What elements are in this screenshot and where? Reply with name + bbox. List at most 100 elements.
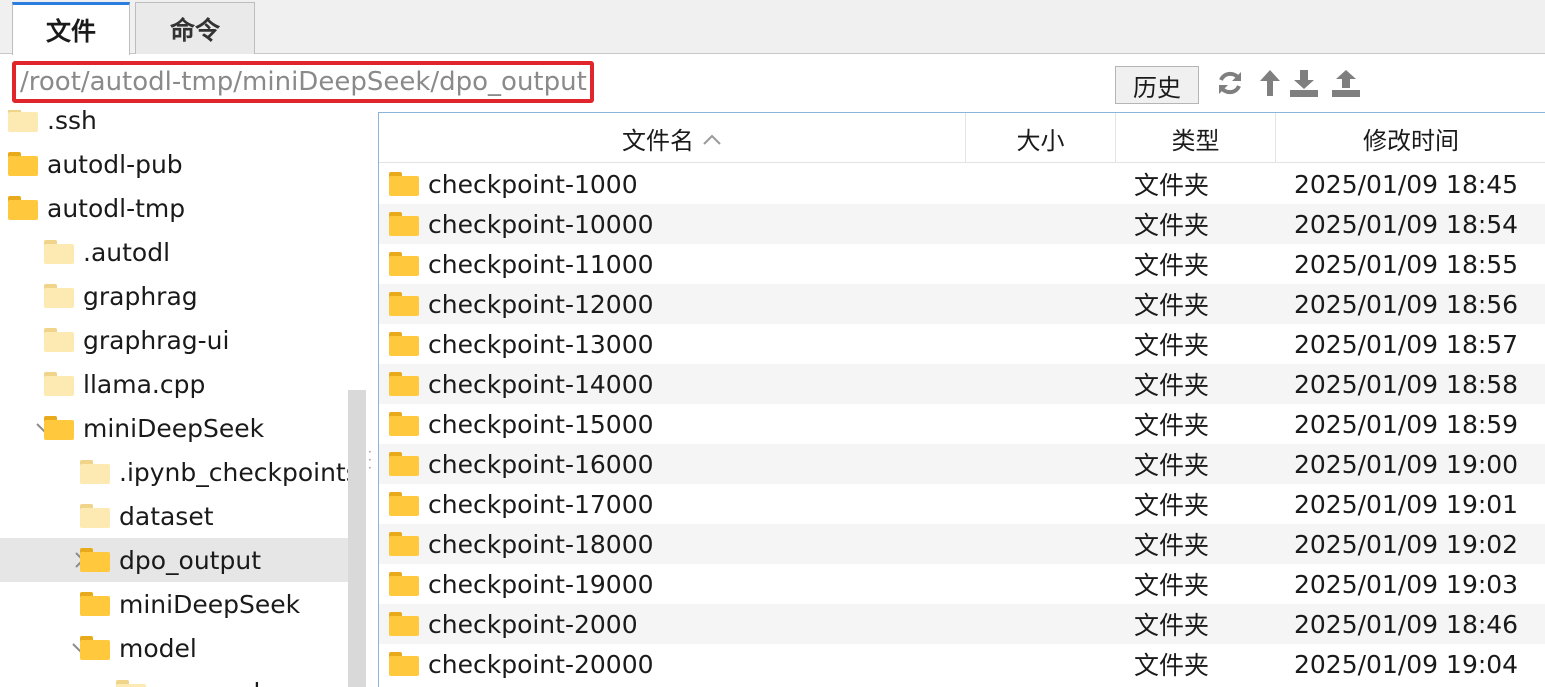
file-size: [979, 444, 1109, 484]
table-row[interactable]: checkpoint-18000 文件夹 2025/01/09 19:02: [379, 524, 1545, 564]
tree-item-label: miniDeepSeek: [83, 413, 265, 443]
file-type: 文件夹: [1134, 371, 1210, 400]
download-icon[interactable]: [1288, 67, 1320, 99]
tree-item-label: .autodl: [83, 237, 171, 267]
tree-item[interactable]: llama.cpp: [0, 362, 348, 406]
folder-icon: [8, 196, 38, 220]
table-row[interactable]: checkpoint-20000 文件夹 2025/01/09 19:04: [379, 644, 1545, 684]
folder-tree: .ssh autodl-pub autodl-tmp .autodl graphrag g…: [0, 110, 348, 687]
tree-item-label: .ssh: [47, 110, 97, 135]
file-type: 文件夹: [1134, 411, 1210, 440]
tab-files[interactable]: 文件: [12, 2, 130, 55]
table-header: 文件名 大小 类型 修改时间: [379, 113, 1545, 163]
tree-item[interactable]: autodl-pub: [0, 142, 348, 186]
folder-icon: [44, 240, 74, 264]
tree-item[interactable]: graphrag: [0, 274, 348, 318]
table-row[interactable]: checkpoint-19000 文件夹 2025/01/09 19:03: [379, 564, 1545, 604]
table-row[interactable]: checkpoint-17000 文件夹 2025/01/09 19:01: [379, 484, 1545, 524]
file-type: 文件夹: [1134, 531, 1210, 560]
refresh-icon[interactable]: [1214, 67, 1246, 99]
file-type: 文件夹: [1134, 611, 1210, 640]
file-size: [979, 204, 1109, 244]
table-row[interactable]: checkpoint-16000 文件夹 2025/01/09 19:00: [379, 444, 1545, 484]
tree-item[interactable]: .autodl: [0, 230, 348, 274]
file-modified: 2025/01/09 19:00: [1294, 449, 1519, 479]
file-type: 文件夹: [1134, 171, 1210, 200]
tree-item-label: __pycache__: [155, 678, 310, 687]
file-name: checkpoint-18000: [428, 529, 654, 559]
file-modified: 2025/01/09 18:57: [1294, 329, 1519, 359]
history-button[interactable]: 历史: [1115, 66, 1199, 104]
table-row[interactable]: checkpoint-1000 文件夹 2025/01/09 18:45: [379, 164, 1545, 204]
file-name: checkpoint-15000: [428, 409, 654, 439]
tree-item-label: dpo_output: [119, 545, 261, 575]
table-row[interactable]: checkpoint-10000 文件夹 2025/01/09 18:54: [379, 204, 1545, 244]
file-name: checkpoint-16000: [428, 449, 654, 479]
file-name: checkpoint-12000: [428, 289, 654, 319]
table-row[interactable]: checkpoint-11000 文件夹 2025/01/09 18:55: [379, 244, 1545, 284]
tree-item-label: graphrag: [83, 281, 198, 311]
tab-commands[interactable]: 命令: [135, 2, 255, 54]
folder-icon: [44, 284, 74, 308]
up-arrow-icon[interactable]: [1254, 67, 1286, 99]
table-row[interactable]: checkpoint-2000 文件夹 2025/01/09 18:46: [379, 604, 1545, 644]
tree-item[interactable]: graphrag-ui: [0, 318, 348, 362]
tree-item-label: llama.cpp: [83, 369, 206, 399]
folder-icon: [44, 416, 74, 440]
splitter-grip-icon[interactable]: · · ·: [368, 446, 374, 478]
folder-icon: [389, 332, 419, 356]
column-size[interactable]: 大小: [966, 113, 1116, 163]
folder-icon: [389, 612, 419, 636]
folder-icon: [8, 152, 38, 176]
folder-icon: [389, 492, 419, 516]
file-size: [979, 484, 1109, 524]
file-name: checkpoint-1000: [428, 169, 638, 199]
file-modified: 2025/01/09 18:55: [1294, 249, 1519, 279]
tree-item[interactable]: dpo_output: [0, 538, 348, 582]
file-type: 文件夹: [1134, 651, 1210, 680]
upload-icon[interactable]: [1330, 67, 1362, 99]
file-type: 文件夹: [1134, 291, 1210, 320]
column-name-label: 文件名: [622, 126, 694, 155]
tree-item[interactable]: miniDeepSeek: [0, 582, 348, 626]
table-row[interactable]: checkpoint-13000 文件夹 2025/01/09 18:57: [379, 324, 1545, 364]
file-size: [979, 324, 1109, 364]
folder-icon: [116, 680, 146, 687]
tree-item-label: graphrag-ui: [83, 325, 230, 355]
file-modified: 2025/01/09 19:02: [1294, 529, 1519, 559]
file-name: checkpoint-11000: [428, 249, 654, 279]
file-modified: 2025/01/09 18:58: [1294, 369, 1519, 399]
path-bar: /root/autodl-tmp/miniDeepSeek/dpo_output…: [0, 55, 1545, 110]
file-size: [979, 284, 1109, 324]
folder-icon: [389, 172, 419, 196]
file-modified: 2025/01/09 19:01: [1294, 489, 1519, 519]
tree-item[interactable]: autodl-tmp: [0, 186, 348, 230]
tree-item[interactable]: .ipynb_checkpoints: [0, 450, 348, 494]
folder-icon: [389, 532, 419, 556]
tree-item[interactable]: .ssh: [0, 110, 348, 142]
table-row[interactable]: checkpoint-12000 文件夹 2025/01/09 18:56: [379, 284, 1545, 324]
file-name: checkpoint-10000: [428, 209, 654, 239]
column-modified[interactable]: 修改时间: [1276, 113, 1545, 163]
column-type[interactable]: 类型: [1116, 113, 1276, 163]
tree-item[interactable]: dataset: [0, 494, 348, 538]
path-input[interactable]: /root/autodl-tmp/miniDeepSeek/dpo_output: [12, 61, 594, 103]
tree-item[interactable]: model: [0, 626, 348, 670]
file-size: [979, 404, 1109, 444]
tree-scrollbar[interactable]: [348, 390, 366, 687]
folder-icon: [8, 110, 38, 132]
tree-item-label: miniDeepSeek: [119, 589, 301, 619]
folder-icon: [389, 252, 419, 276]
column-name[interactable]: 文件名: [379, 113, 966, 163]
tree-item[interactable]: __pycache__: [0, 670, 348, 687]
tree-item-label: dataset: [119, 501, 214, 531]
table-row[interactable]: checkpoint-15000 文件夹 2025/01/09 18:59: [379, 404, 1545, 444]
sort-ascending-icon: [702, 124, 722, 152]
file-name: checkpoint-2000: [428, 609, 638, 639]
table-row[interactable]: checkpoint-14000 文件夹 2025/01/09 18:58: [379, 364, 1545, 404]
file-size: [979, 524, 1109, 564]
folder-icon: [44, 372, 74, 396]
tree-item[interactable]: miniDeepSeek: [0, 406, 348, 450]
file-type: 文件夹: [1134, 451, 1210, 480]
tab-bar: 文件 命令: [0, 0, 1545, 55]
